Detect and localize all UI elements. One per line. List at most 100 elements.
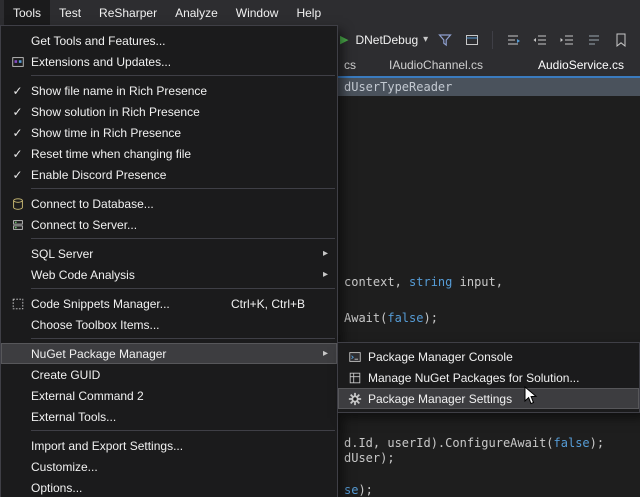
menubar-item-resharper[interactable]: ReSharper <box>90 0 166 25</box>
menu-item-reset-time-when-changing-file[interactable]: ✓ Reset time when changing file <box>1 143 337 164</box>
check-glyph: ✓ <box>12 105 22 119</box>
menu-item-label: Create GUID <box>31 368 100 382</box>
code-text: Await( <box>344 311 387 325</box>
check-glyph: ✓ <box>12 147 22 161</box>
menu-separator <box>31 430 335 431</box>
menu-item-show-time-rich-presence[interactable]: ✓ Show time in Rich Presence <box>1 122 337 143</box>
extensions-icon <box>4 55 31 69</box>
filter-icon[interactable] <box>435 30 455 50</box>
navigate-back-lines-icon[interactable] <box>503 30 523 50</box>
check-icon: ✓ <box>4 105 31 119</box>
indent-icon[interactable] <box>557 30 577 50</box>
menu-item-connect-to-database[interactable]: Connect to Database... <box>1 193 337 214</box>
menubar-item-test[interactable]: Test <box>50 0 90 25</box>
menu-item-label: Extensions and Updates... <box>31 55 171 69</box>
menu-item-choose-toolbox-items[interactable]: Choose Toolbox Items... <box>1 314 337 335</box>
tab-partial[interactable]: cs <box>340 54 360 76</box>
code-text: d.Id, userId).ConfigureAwait( <box>344 436 554 450</box>
menu-item-label: External Command 2 <box>31 389 144 403</box>
mouse-cursor <box>524 386 538 406</box>
menu-item-label: Show solution in Rich Presence <box>31 105 200 119</box>
menu-item-label: Connect to Server... <box>31 218 137 232</box>
tools-menu: Get Tools and Features... Extensions and… <box>0 25 338 497</box>
console-icon <box>341 350 368 364</box>
debug-target-dropdown[interactable]: DNetDebug <box>355 33 418 47</box>
code-keyword: false <box>554 436 590 450</box>
check-glyph: ✓ <box>12 84 22 98</box>
menu-item-nuget-package-manager[interactable]: NuGet Package Manager ▸ <box>1 343 337 364</box>
menu-item-label: Package Manager Settings <box>368 392 512 406</box>
submenu-arrow-icon: ▸ <box>323 349 328 359</box>
tab-audioservice[interactable]: AudioService.cs <box>534 54 628 76</box>
code-line: context, string input, <box>344 276 503 289</box>
code-text: context, <box>344 275 409 289</box>
code-text: ); <box>358 483 372 497</box>
menu-item-label: Show file name in Rich Presence <box>31 84 207 98</box>
unindent-icon[interactable] <box>530 30 550 50</box>
menu-item-package-manager-settings[interactable]: Package Manager Settings <box>338 388 639 409</box>
menu-item-extensions-and-updates[interactable]: Extensions and Updates... <box>1 51 337 72</box>
menu-item-label: Import and Export Settings... <box>31 439 183 453</box>
menu-item-label: Options... <box>31 481 82 495</box>
menu-item-customize[interactable]: Customize... <box>1 456 337 477</box>
comment-lines-icon[interactable] <box>584 30 604 50</box>
menubar: Tools Test ReSharper Analyze Window Help <box>0 0 640 25</box>
menu-item-label: Get Tools and Features... <box>31 34 166 48</box>
menu-item-label: Enable Discord Presence <box>31 168 166 182</box>
check-icon: ✓ <box>4 84 31 98</box>
menu-separator <box>31 288 335 289</box>
snippets-icon <box>4 297 31 311</box>
menu-item-connect-to-server[interactable]: Connect to Server... <box>1 214 337 235</box>
code-text: dUser); <box>344 451 395 465</box>
code-line: Await(false); <box>344 312 438 325</box>
nuget-submenu: Package Manager Console Manage NuGet Pac… <box>337 342 640 413</box>
menubar-item-tools[interactable]: Tools <box>4 0 50 25</box>
bookmark-icon[interactable] <box>611 30 631 50</box>
menu-item-external-command-2[interactable]: External Command 2 <box>1 385 337 406</box>
code-line: dUser); <box>344 452 395 465</box>
menu-item-label: Web Code Analysis <box>31 268 135 282</box>
menu-item-label: Reset time when changing file <box>31 147 191 161</box>
menu-separator <box>31 238 335 239</box>
server-icon <box>4 218 31 232</box>
start-debug-icon[interactable]: ▶ <box>340 33 348 46</box>
menu-item-show-solution-rich-presence[interactable]: ✓ Show solution in Rich Presence <box>1 101 337 122</box>
menu-item-options[interactable]: Options... <box>1 477 337 497</box>
window-icon[interactable] <box>462 30 482 50</box>
check-icon: ✓ <box>4 126 31 140</box>
code-text: ); <box>590 436 604 450</box>
check-glyph: ✓ <box>12 126 22 140</box>
code-keyword: se <box>344 483 358 497</box>
menubar-item-help[interactable]: Help <box>287 0 330 25</box>
menu-item-code-snippets-manager[interactable]: Code Snippets Manager... Ctrl+K, Ctrl+B <box>1 293 337 314</box>
menu-item-import-and-export-settings[interactable]: Import and Export Settings... <box>1 435 337 456</box>
code-keyword: false <box>387 311 423 325</box>
menu-item-show-file-name-rich-presence[interactable]: ✓ Show file name in Rich Presence <box>1 80 337 101</box>
menu-separator <box>31 338 335 339</box>
menu-item-package-manager-console[interactable]: Package Manager Console <box>338 346 639 367</box>
menu-item-sql-server[interactable]: SQL Server ▸ <box>1 243 337 264</box>
menu-separator <box>31 188 335 189</box>
menubar-item-window[interactable]: Window <box>227 0 288 25</box>
packages-icon <box>341 371 368 385</box>
menu-item-label: NuGet Package Manager <box>31 347 166 361</box>
code-keyword: string <box>409 275 452 289</box>
menu-item-label: Choose Toolbox Items... <box>31 318 160 332</box>
code-line: se); <box>344 484 373 497</box>
menu-item-label: Manage NuGet Packages for Solution... <box>368 371 579 385</box>
menu-item-external-tools[interactable]: External Tools... <box>1 406 337 427</box>
menu-item-manage-nuget-packages-for-solution[interactable]: Manage NuGet Packages for Solution... <box>338 367 639 388</box>
menu-item-enable-discord-presence[interactable]: ✓ Enable Discord Presence <box>1 164 337 185</box>
check-glyph: ✓ <box>12 168 22 182</box>
menu-item-create-guid[interactable]: Create GUID <box>1 364 337 385</box>
menu-item-web-code-analysis[interactable]: Web Code Analysis ▸ <box>1 264 337 285</box>
menu-item-label: Show time in Rich Presence <box>31 126 181 140</box>
vs-window: Tools Test ReSharper Analyze Window Help… <box>0 0 640 497</box>
menubar-item-analyze[interactable]: Analyze <box>166 0 227 25</box>
tab-iaudiochannel[interactable]: IAudioChannel.cs <box>385 54 487 76</box>
menu-item-get-tools-and-features[interactable]: Get Tools and Features... <box>1 30 337 51</box>
chevron-down-icon[interactable]: ▾ <box>423 34 428 45</box>
menu-item-label: Package Manager Console <box>368 350 513 364</box>
toolbar-separator <box>492 31 493 49</box>
menu-item-label: External Tools... <box>31 410 116 424</box>
